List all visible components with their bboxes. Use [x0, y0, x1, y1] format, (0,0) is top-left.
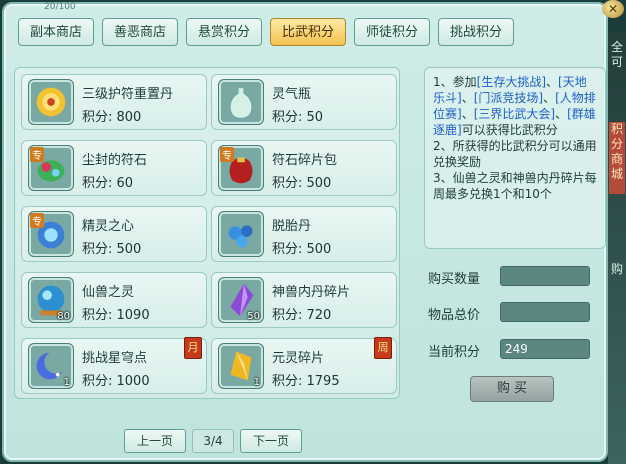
item-name: 尘封的符石 [82, 153, 148, 168]
monthly-tag: 月 [184, 337, 202, 359]
shop-item[interactable]: 1 元灵碎片 积分: 1795 周 [211, 337, 397, 394]
item-name: 挑战星穹点 [82, 351, 148, 366]
info-text: 、 [546, 75, 559, 89]
crescent-moon-icon: 1 [28, 343, 74, 389]
item-points: 积分: 1795 [272, 374, 340, 389]
top-counter: 20/100 [44, 2, 76, 12]
item-points: 积分: 60 [82, 176, 134, 191]
tab-challenge-points[interactable]: 挑战积分 [438, 18, 514, 46]
gold-shard-icon: 1 [218, 343, 264, 389]
info-text: 3、仙兽之灵和神兽内丹碎片每周最多兑换1个和10个 [433, 171, 597, 201]
item-name: 精灵之心 [82, 219, 135, 234]
item-name: 符石碎片包 [272, 153, 338, 168]
tab-mentor-points[interactable]: 师徒积分 [354, 18, 430, 46]
item-name: 神兽内丹碎片 [272, 285, 351, 300]
shop-item[interactable]: 1 挑战星穹点 积分: 1000 月 [21, 337, 207, 394]
tab-bounty-points[interactable]: 悬赏积分 [186, 18, 262, 46]
beast-spirit-orb-icon: 80 [28, 277, 74, 323]
shop-item[interactable]: 50 神兽内丹碎片 积分: 720 [211, 272, 397, 328]
purple-crystal-icon: 50 [218, 277, 264, 323]
item-points: 积分: 500 [82, 242, 142, 257]
close-icon[interactable]: ✕ [602, 0, 624, 18]
next-page-button[interactable]: 下一页 [240, 429, 302, 453]
rules-info-box: 1、参加[生存大挑战]、[天地乐斗]、[门派竞技场]、[人物排位赛]、[三界比武… [424, 67, 606, 249]
tab-dungeon-shop[interactable]: 副本商店 [18, 18, 94, 46]
rebirth-pill-icon [218, 211, 264, 257]
weekly-tag: 周 [374, 337, 392, 359]
current-points-row: 当前积分 249 [428, 339, 598, 360]
current-points-field: 249 [500, 339, 590, 359]
event-link: [三界比武大会] [473, 107, 556, 121]
shop-item[interactable]: 专 精灵之心 积分: 500 [21, 206, 207, 262]
exclusive-badge: 专 [30, 213, 44, 228]
sealed-rune-stone-icon: 专 [28, 145, 74, 191]
shop-item[interactable]: 三级护符重置丹 积分: 800 [21, 74, 207, 130]
side-text-buy: 购 [610, 262, 623, 276]
item-count: 1 [63, 377, 70, 388]
buy-qty-row: 购买数量 [428, 266, 598, 287]
shop-item[interactable]: 专 符石碎片包 积分: 500 [211, 140, 397, 196]
info-text: 、 [461, 91, 474, 105]
item-points: 积分: 500 [272, 176, 332, 191]
exclusive-badge: 专 [30, 147, 44, 162]
item-count: 1 [253, 377, 260, 388]
event-link: [门派竞技场] [473, 91, 544, 105]
item-name: 脱胎丹 [272, 219, 312, 234]
item-points: 积分: 800 [82, 110, 142, 125]
shop-panel: 20/100 副本商店 善恶商店 悬赏积分 比武积分 师徒积分 挑战积分 三级护… [2, 2, 608, 462]
item-name: 三级护符重置丹 [82, 87, 174, 102]
shop-item[interactable]: 80 仙兽之灵 积分: 1090 [21, 272, 207, 328]
shop-item[interactable]: 专 尘封的符石 积分: 60 [21, 140, 207, 196]
total-row: 物品总价 [428, 302, 598, 323]
info-text: 1、参加 [433, 75, 477, 89]
points-mall-button[interactable]: 积分商城 [609, 122, 625, 194]
total-label: 物品总价 [428, 308, 481, 323]
rune-shard-bag-icon: 专 [218, 145, 264, 191]
buy-qty-input[interactable] [500, 266, 590, 286]
item-name: 仙兽之灵 [82, 285, 135, 300]
item-points: 积分: 720 [272, 308, 332, 323]
buy-button[interactable]: 购 买 [470, 376, 554, 402]
gold-flower-pill-icon [28, 79, 74, 125]
tab-karma-shop[interactable]: 善恶商店 [102, 18, 178, 46]
pagination: 上一页 3/4 下一页 [124, 429, 302, 453]
info-text: 可以获得比武积分 [461, 123, 558, 137]
side-panel-strip [608, 32, 626, 464]
current-points-label: 当前积分 [428, 345, 481, 360]
info-text: 、 [543, 91, 556, 105]
event-link: [生存大挑战] [476, 75, 547, 89]
spirit-vase-icon [218, 79, 264, 125]
item-points: 积分: 500 [272, 242, 332, 257]
exclusive-badge: 专 [220, 147, 234, 162]
item-name: 灵气瓶 [272, 87, 312, 102]
info-text: 、 [461, 107, 474, 121]
shop-item[interactable]: 脱胎丹 积分: 500 [211, 206, 397, 262]
item-points: 积分: 50 [272, 110, 324, 125]
item-count: 80 [57, 311, 70, 322]
info-text: 2、所获得的比武积分可以通用兑换奖励 [433, 139, 597, 169]
item-grid: 三级护符重置丹 积分: 800 灵气瓶 积分: 50 专 尘封的符石 积分: 6… [14, 67, 400, 399]
total-field [500, 302, 590, 322]
item-points: 积分: 1000 [82, 374, 150, 389]
tab-duel-points[interactable]: 比武积分 [270, 18, 346, 46]
buy-qty-label: 购买数量 [428, 272, 481, 287]
item-count: 50 [247, 311, 260, 322]
tab-bar: 副本商店 善恶商店 悬赏积分 比武积分 师徒积分 挑战积分 [18, 18, 514, 46]
prev-page-button[interactable]: 上一页 [124, 429, 186, 453]
info-text: 、 [555, 107, 568, 121]
spirit-heart-icon: 专 [28, 211, 74, 257]
side-text-top: 全可 [610, 40, 623, 69]
item-points: 积分: 1090 [82, 308, 150, 323]
item-name: 元灵碎片 [272, 351, 325, 366]
shop-item[interactable]: 灵气瓶 积分: 50 [211, 74, 397, 130]
page-indicator: 3/4 [192, 429, 234, 453]
